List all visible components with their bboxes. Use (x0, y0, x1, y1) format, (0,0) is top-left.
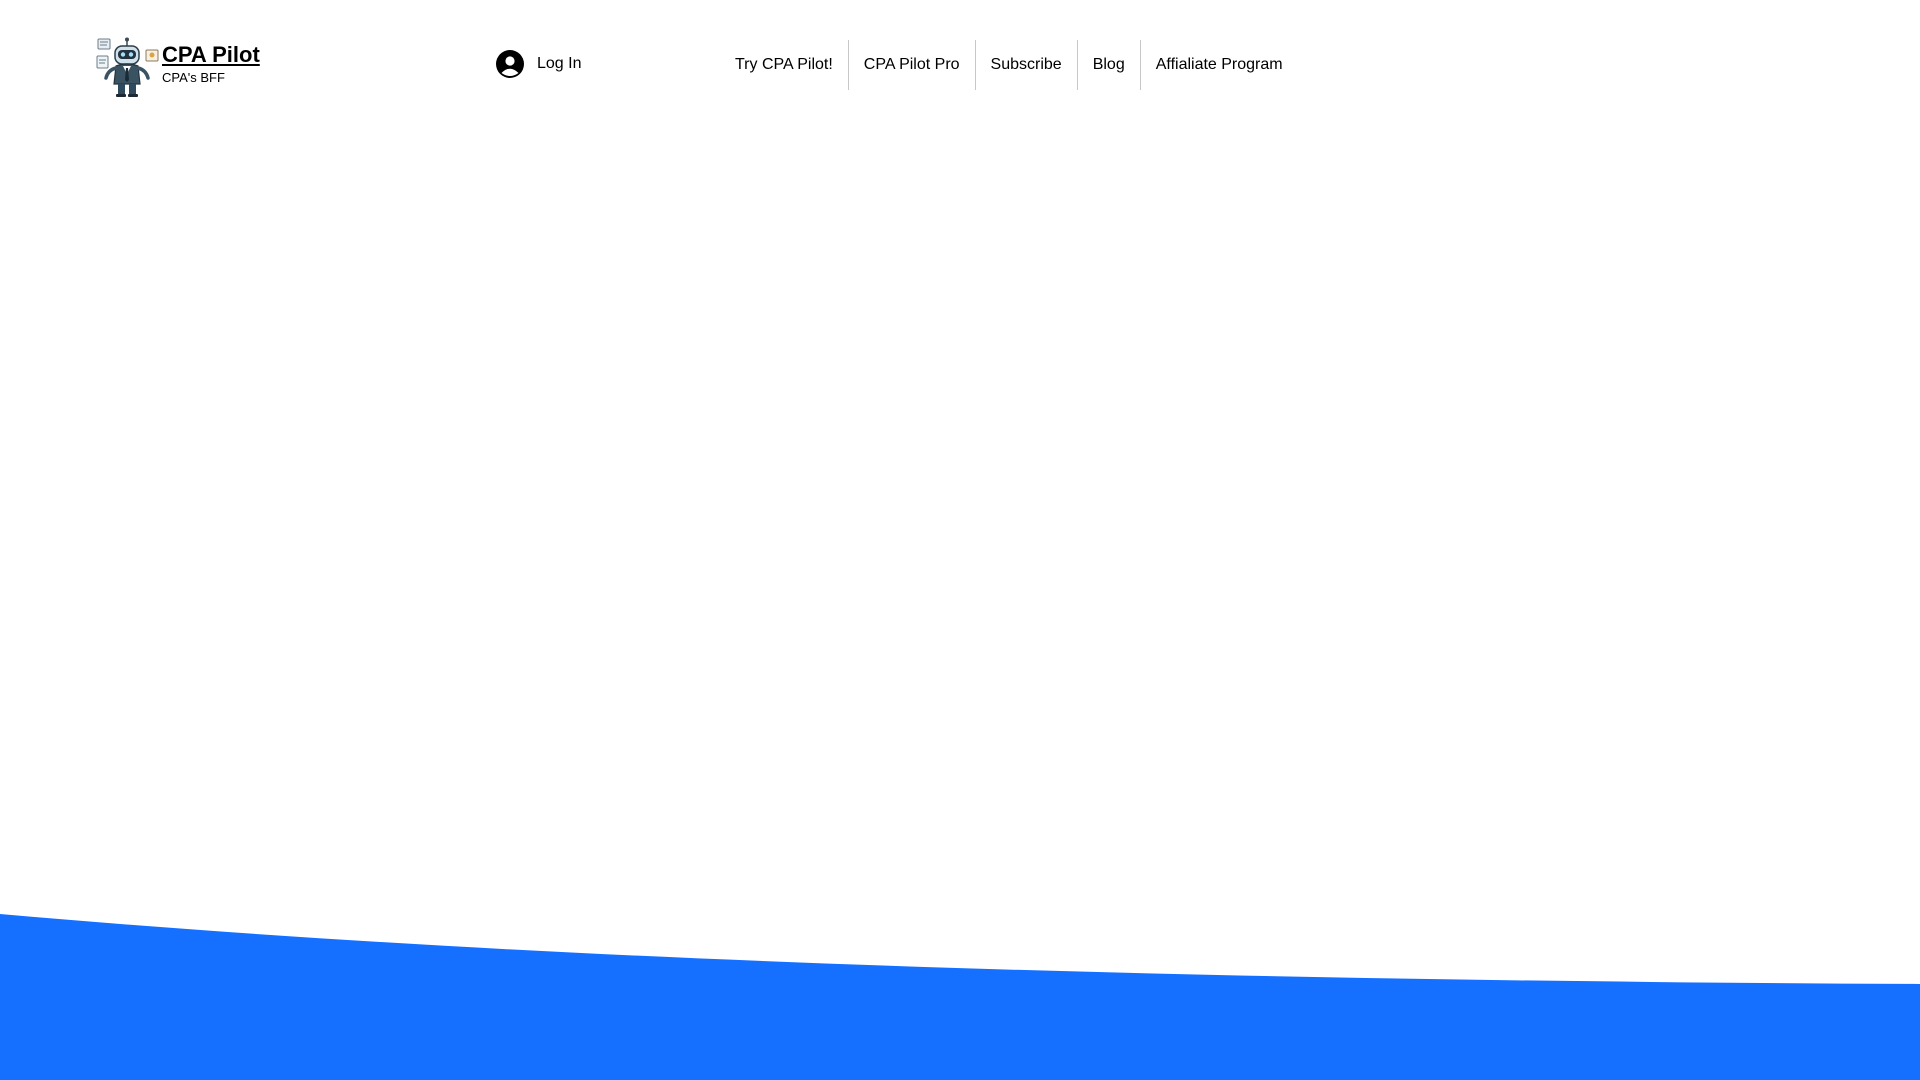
login-label: Log In (537, 55, 582, 72)
nav-item-affiliate-program[interactable]: Affialiate Program (1139, 40, 1298, 90)
blue-wave-divider (0, 914, 1920, 1080)
main-nav: Try CPA Pilot! CPA Pilot Pro Subscribe B… (720, 40, 1298, 90)
blue-wave-shape (0, 914, 1920, 1080)
site-header: CPA Pilot CPA's BFF Log In Try CPA Pilot… (0, 0, 1920, 120)
user-avatar-icon (496, 50, 524, 78)
brand-text: CPA Pilot CPA's BFF (162, 42, 260, 86)
robot-mascot-icon (96, 37, 159, 97)
page: CPA Pilot CPA's BFF Log In Try CPA Pilot… (0, 0, 1920, 1080)
nav-item-try-cpa-pilot[interactable]: Try CPA Pilot! (720, 40, 848, 90)
nav-item-subscribe[interactable]: Subscribe (974, 40, 1077, 90)
nav-item-blog[interactable]: Blog (1076, 40, 1140, 90)
brand-link[interactable]: CPA Pilot CPA's BFF (96, 36, 260, 98)
nav-item-cpa-pilot-pro[interactable]: CPA Pilot Pro (847, 40, 975, 90)
brand-title[interactable]: CPA Pilot (162, 42, 260, 68)
login-button[interactable]: Log In (496, 50, 581, 78)
brand-tagline: CPA's BFF (162, 70, 225, 85)
